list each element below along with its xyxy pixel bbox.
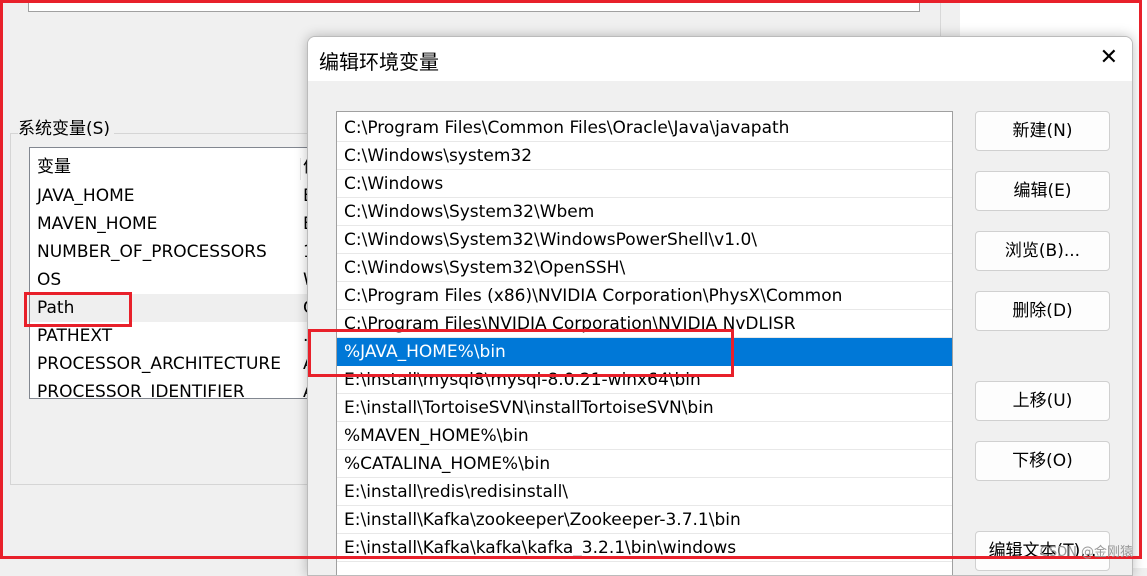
annotation-frame <box>0 0 1142 559</box>
annotation-path-highlight <box>24 292 132 327</box>
annotation-java-home-highlight <box>308 329 734 377</box>
watermark: CSDN @金刚猿 <box>1039 545 1133 560</box>
